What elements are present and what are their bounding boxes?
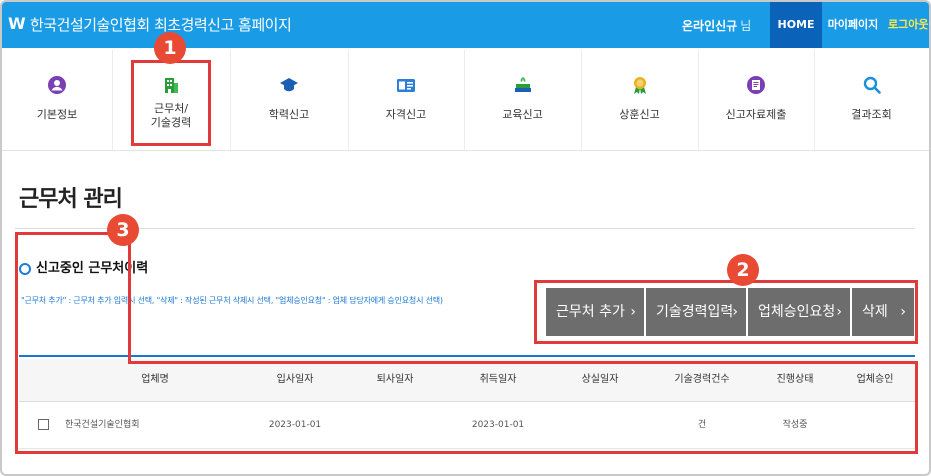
logo-icon[interactable]: W (8, 15, 26, 33)
logout-link[interactable]: 로그아웃 (884, 2, 929, 48)
menu-item-awards[interactable]: 상훈신고 (581, 50, 698, 150)
cell-leave-date (345, 402, 445, 448)
column-header: 업체명 (141, 374, 169, 385)
table-header: 업체명 입사일자 퇴사일자 취득일자 상실일자 기술경력건수 진행상태 업체승인 (19, 359, 915, 402)
annotation-badge-3: 3 (107, 214, 139, 246)
help-text: "근무처 추가" : 근무처 추가 입력시 선택, "삭제" : 작성된 근무처… (21, 296, 443, 305)
user-name: 온라인신규 (682, 19, 738, 33)
row-checkbox[interactable] (38, 419, 49, 430)
column-header: 입사일자 (276, 374, 314, 385)
annotation-box-3-bottom (15, 451, 918, 454)
column-header: 상실일자 (581, 374, 619, 385)
annotation-badge-1: 1 (154, 32, 186, 64)
graduation-cap-icon (279, 75, 299, 95)
menu-label: 결과조회 (851, 108, 892, 121)
column-header: 취득일자 (479, 374, 517, 385)
person-icon (47, 75, 67, 95)
table-row[interactable]: 한국건설기술인협회 2023-01-01 2023-01-01 건 작성중 (19, 402, 915, 449)
column-header: 퇴사일자 (376, 374, 414, 385)
browser-frame: W 한국건설기술인협회 최초경력신고 홈페이지 온라인신규 님 HOME 마이페이… (0, 0, 931, 476)
annotation-box-3-right (915, 361, 918, 454)
annotation-box-2 (534, 280, 918, 344)
menu-label: 교육신고 (502, 108, 543, 121)
menu-divider (464, 50, 465, 150)
menu-label: 자격신고 (385, 108, 427, 121)
page-title: 근무처 관리 (19, 187, 123, 212)
menu-label: 학력신고 (268, 108, 310, 121)
menu-label: 기본정보 (36, 108, 78, 121)
document-icon (746, 75, 766, 95)
annotation-badge-2: 2 (727, 254, 759, 286)
menu-item-result-lookup[interactable]: 결과조회 (814, 50, 929, 150)
id-card-icon (396, 75, 416, 95)
column-header: 업체승인 (856, 374, 894, 385)
menu-divider (230, 50, 231, 150)
magnifier-icon (862, 75, 882, 95)
menu-divider (348, 50, 349, 150)
menu-item-qualification[interactable]: 자격신고 (348, 50, 464, 150)
cell-join-date: 2023-01-01 (268, 420, 322, 430)
annotation-box-3-mid (128, 232, 131, 364)
menu-divider (581, 50, 582, 150)
menu-divider (698, 50, 699, 150)
cell-loss-date (551, 402, 649, 448)
top-bar: W 한국건설기술인협회 최초경력신고 홈페이지 온라인신규 님 HOME 마이페이… (2, 2, 929, 48)
cell-acquire-date: 2023-01-01 (471, 420, 525, 430)
user-suffix: 님 (740, 19, 752, 33)
cell-approval (835, 402, 915, 448)
home-link[interactable]: HOME (770, 2, 822, 48)
menu-divider (814, 50, 815, 150)
annotation-box-3-top-right (128, 361, 918, 364)
menu-label: 신고자료제출 (725, 108, 787, 121)
menu-item-education[interactable]: 학력신고 (230, 50, 348, 150)
menu-divider (112, 50, 113, 150)
column-header: 기술경력건수 (674, 374, 730, 385)
title-divider (15, 228, 915, 229)
cell-career-count: 건 (697, 420, 707, 430)
annotation-box-1 (131, 60, 211, 146)
menu-item-basic-info[interactable]: 기본정보 (2, 50, 112, 150)
medal-icon (630, 75, 650, 95)
table-top-rule (19, 355, 915, 357)
section-title-text: 신고중인 근무처이력 (36, 261, 149, 276)
books-icon (513, 75, 533, 95)
menu-item-training[interactable]: 교육신고 (464, 50, 581, 150)
mypage-link[interactable]: 마이페이지 (824, 2, 882, 48)
bullet-icon (19, 262, 31, 275)
menu-item-submit-documents[interactable]: 신고자료제출 (698, 50, 814, 150)
header-checkbox-cell (19, 359, 65, 401)
cell-company: 한국건설기술인협회 (65, 420, 140, 430)
annotation-box-3-left (15, 232, 18, 454)
column-header: 진행상태 (776, 374, 814, 385)
site-title[interactable]: 한국건설기술인협회 최초경력신고 홈페이지 (30, 14, 292, 35)
cell-status: 작성중 (782, 420, 808, 430)
user-greeting: 온라인신규 님 (682, 17, 751, 34)
menu-label: 상훈신고 (619, 108, 660, 121)
